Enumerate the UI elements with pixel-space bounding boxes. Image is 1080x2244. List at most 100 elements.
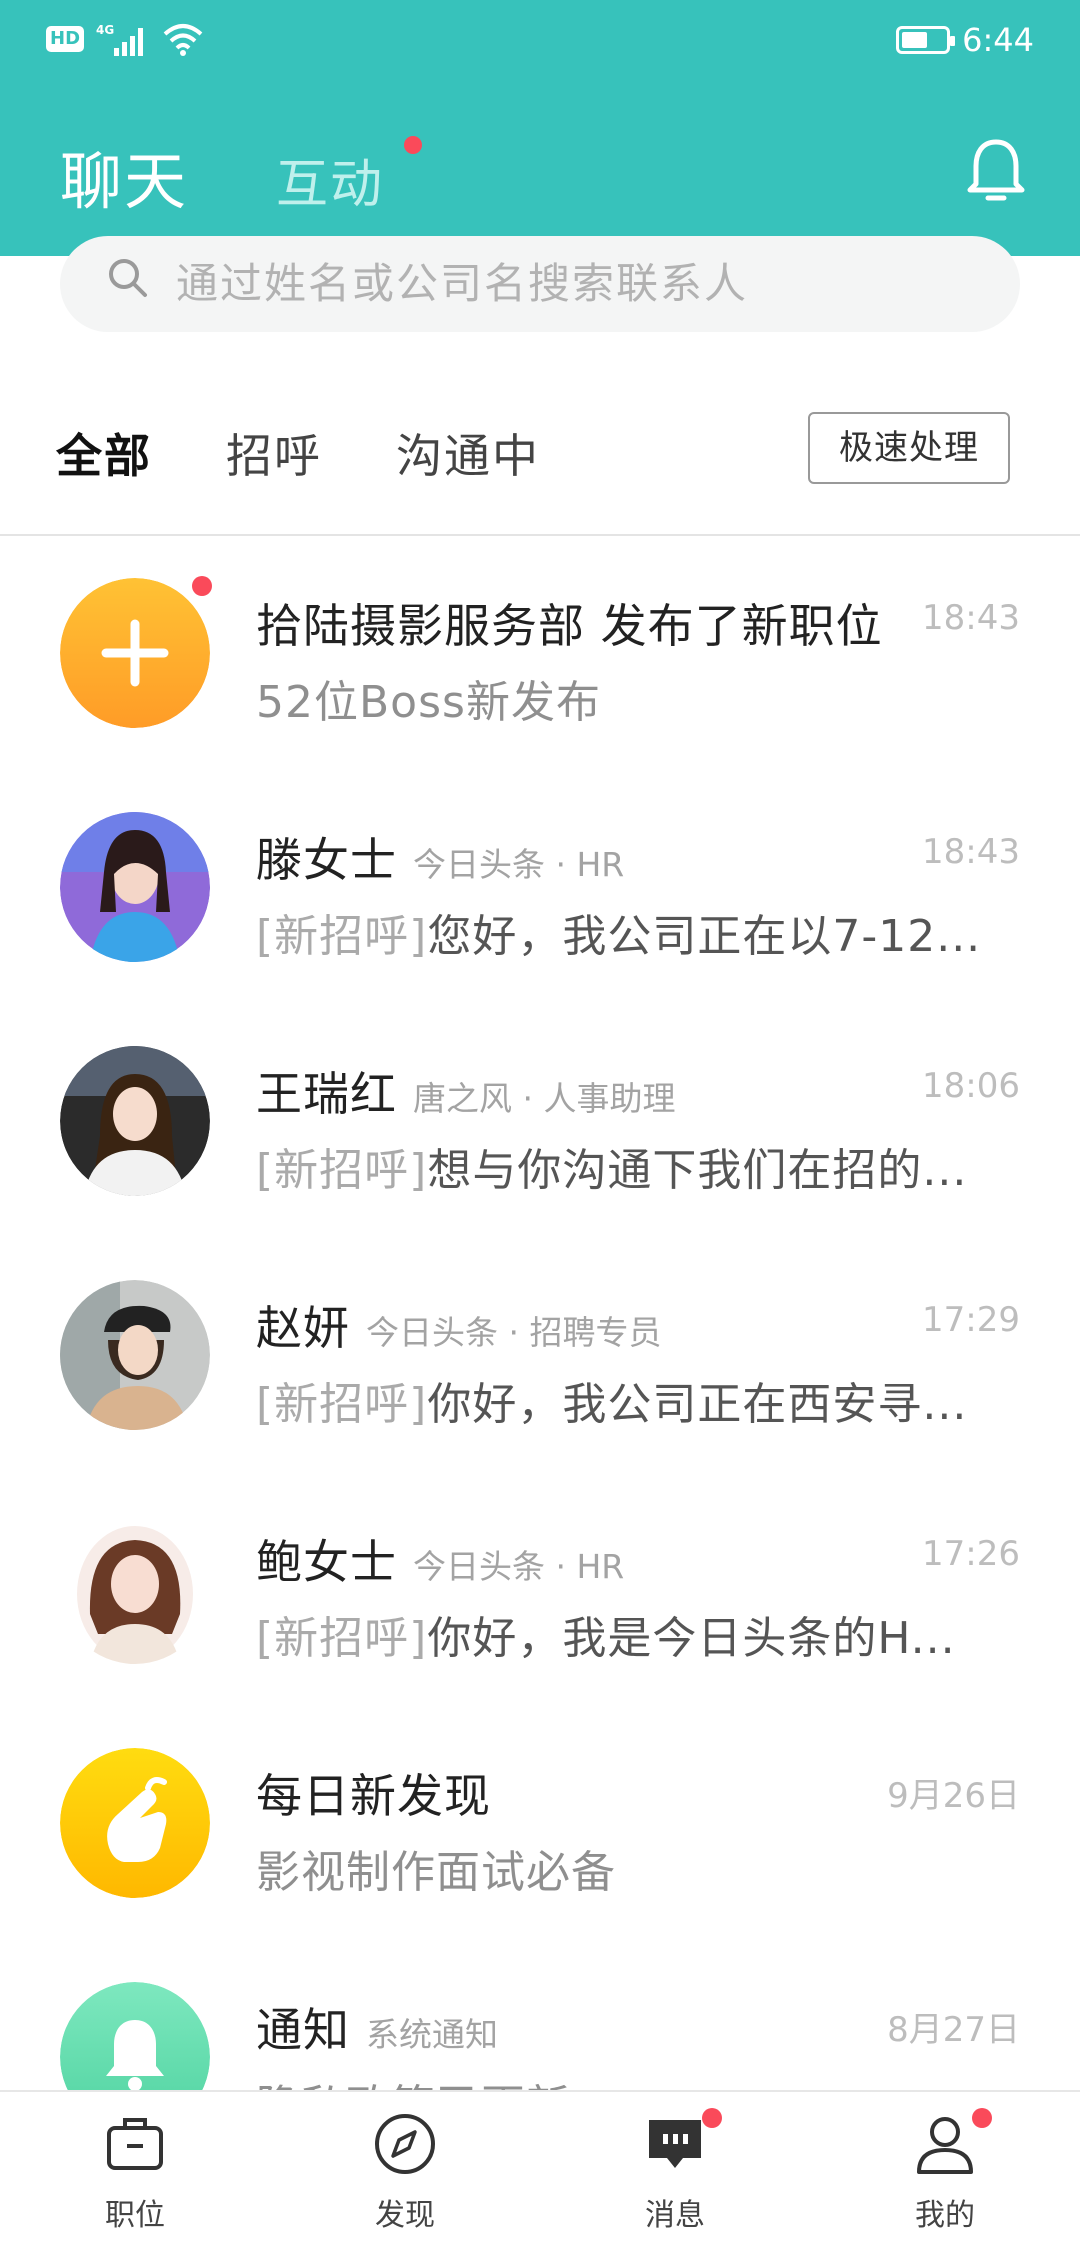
message-preview: [新招呼]您好，我公司正在以7-12... — [256, 900, 981, 964]
contact-name: 通知 — [256, 2003, 350, 2057]
plus-icon — [60, 578, 210, 728]
chat-item-notification[interactable]: 通知 系统通知 8月27日 隐私政策已更新 — [0, 1940, 1080, 2090]
status-bar: HD 4G 6:44 — [0, 0, 1080, 86]
filter-tab-greeting[interactable]: 招呼 — [226, 420, 322, 486]
person-icon — [917, 2117, 973, 2174]
contact-name: 每日新发现 — [256, 1769, 491, 1823]
contact-company: 唐之风 · 人事助理 — [413, 1079, 676, 1118]
message-text: 你好，我公司正在西安寻... — [427, 1379, 968, 1430]
battery-icon — [896, 26, 956, 54]
filter-tab-communicating[interactable]: 沟通中 — [396, 420, 540, 486]
nav-label: 我的 — [915, 2198, 975, 2233]
battery-level — [902, 32, 928, 48]
chat-item[interactable]: 王瑞红 唐之风 · 人事助理 18:06 [新招呼]想与你沟通下我们在招的... — [0, 1004, 1080, 1238]
profile-unread-dot — [972, 2108, 992, 2128]
message-text: 想与你沟通下我们在招的... — [427, 1145, 968, 1196]
message-preview: [新招呼]你好，我是今日头条的H... — [256, 1602, 956, 1666]
user-photo — [60, 1046, 210, 1196]
contact-name: 滕女士 — [256, 833, 397, 887]
filter-tab-all[interactable]: 全部 — [56, 420, 152, 486]
chat-title: 赵妍 今日头条 · 招聘专员 — [256, 1292, 661, 1358]
status-right: 6:44 — [896, 20, 1034, 60]
avatar — [60, 1982, 210, 2090]
nav-discover[interactable]: 发现 — [270, 2092, 540, 2244]
bottom-nav: 职位 发现 消息 我的 — [0, 2090, 1080, 2244]
avatar — [60, 812, 210, 962]
filter-bar: 全部 招呼 沟通中 极速处理 — [0, 400, 1080, 500]
app-header: 聊天 互动 — [0, 86, 1080, 256]
chat-item[interactable]: 滕女士 今日头条 · HR 18:43 [新招呼]您好，我公司正在以7-12..… — [0, 770, 1080, 1004]
message-text: 你好，我是今日头条的H... — [427, 1613, 956, 1664]
search-bar[interactable]: 通过姓名或公司名搜索联系人 — [60, 236, 1020, 332]
nav-label: 发现 — [375, 2198, 435, 2233]
contact-name: 拾陆摄影服务部 发布了新职位 — [256, 599, 883, 653]
message-time: 8月27日 — [887, 2010, 1020, 2050]
nav-messages[interactable]: 消息 — [540, 2092, 810, 2244]
tab-chat[interactable]: 聊天 — [60, 131, 188, 221]
search-input[interactable]: 通过姓名或公司名搜索联系人 — [176, 250, 748, 311]
contact-company: 系统通知 — [366, 2015, 498, 2054]
avatar — [60, 1748, 210, 1898]
message-text: 您好，我公司正在以7-12... — [427, 911, 982, 962]
contact-company: 今日头条 · HR — [413, 1547, 625, 1586]
unread-dot — [192, 576, 212, 596]
nav-me[interactable]: 我的 — [810, 2092, 1080, 2244]
avatar — [60, 1046, 210, 1196]
cell-signal-icon: 4G — [96, 23, 144, 56]
messages-unread-dot — [702, 2108, 722, 2128]
chat-title: 鲍女士 今日头条 · HR — [256, 1526, 624, 1592]
nav-label: 职位 — [105, 2198, 165, 2233]
message-preview: 影视制作面试必备 — [256, 1847, 616, 1898]
user-photo — [60, 1280, 210, 1430]
message-time: 17:26 — [922, 1534, 1020, 1574]
message-preview: [新招呼]你好，我公司正在西安寻... — [256, 1368, 967, 1432]
chat-item[interactable]: 赵妍 今日头条 · 招聘专员 17:29 [新招呼]你好，我公司正在西安寻... — [0, 1238, 1080, 1472]
chat-title: 拾陆摄影服务部 发布了新职位 — [256, 590, 883, 656]
contact-company: 今日头条 · 招聘专员 — [366, 1313, 662, 1352]
chat-item-new-jobs[interactable]: 拾陆摄影服务部 发布了新职位 18:43 52位Boss新发布 — [0, 536, 1080, 770]
message-preview: 52位Boss新发布 — [256, 677, 601, 728]
chat-list: 拾陆摄影服务部 发布了新职位 18:43 52位Boss新发布 滕女士 今日头条… — [0, 536, 1080, 2090]
new-greeting-tag: [新招呼] — [256, 1145, 428, 1196]
status-left: HD 4G — [46, 22, 204, 56]
chat-item[interactable]: 鲍女士 今日头条 · HR 17:26 [新招呼]你好，我是今日头条的H... — [0, 1472, 1080, 1706]
contact-name: 王瑞红 — [256, 1067, 397, 1121]
interaction-unread-dot — [404, 136, 422, 154]
clock: 6:44 — [962, 21, 1034, 59]
contact-name: 赵妍 — [256, 1301, 350, 1355]
user-photo — [60, 812, 210, 962]
new-greeting-tag: [新招呼] — [256, 911, 428, 962]
chat-item-daily-discovery[interactable]: 每日新发现 9月26日 影视制作面试必备 — [0, 1706, 1080, 1940]
contact-company: 今日头条 · HR — [413, 845, 625, 884]
compass-icon — [375, 2114, 435, 2174]
svg-text:4G: 4G — [96, 23, 114, 37]
avatar — [60, 1280, 210, 1430]
message-time: 17:29 — [922, 1300, 1020, 1340]
chat-bubble-icon — [649, 2120, 701, 2168]
message-time: 18:43 — [922, 598, 1020, 638]
avatar — [60, 1514, 210, 1664]
bell-icon[interactable] — [966, 136, 1026, 204]
chat-title: 王瑞红 唐之风 · 人事助理 — [256, 1058, 675, 1124]
finger-heart-icon — [60, 1748, 210, 1898]
message-time: 9月26日 — [887, 1776, 1020, 1816]
bell-icon — [60, 1982, 210, 2090]
briefcase-icon — [107, 2118, 163, 2170]
wifi-icon — [163, 24, 203, 56]
nav-label: 消息 — [645, 2198, 705, 2233]
chat-title: 滕女士 今日头条 · HR — [256, 824, 624, 890]
search-icon — [109, 259, 147, 297]
user-photo — [60, 1514, 210, 1664]
new-greeting-tag: [新招呼] — [256, 1379, 428, 1430]
message-time: 18:43 — [922, 832, 1020, 872]
fast-process-button[interactable]: 极速处理 — [808, 412, 1010, 484]
chat-title: 每日新发现 — [256, 1760, 491, 1826]
message-preview: [新招呼]想与你沟通下我们在招的... — [256, 1134, 967, 1198]
avatar — [60, 578, 210, 728]
contact-name: 鲍女士 — [256, 1535, 397, 1589]
hd-badge: HD — [46, 26, 85, 52]
new-greeting-tag: [新招呼] — [256, 1613, 428, 1664]
message-time: 18:06 — [922, 1066, 1020, 1106]
tab-interaction[interactable]: 互动 — [276, 142, 384, 217]
nav-jobs[interactable]: 职位 — [0, 2092, 270, 2244]
